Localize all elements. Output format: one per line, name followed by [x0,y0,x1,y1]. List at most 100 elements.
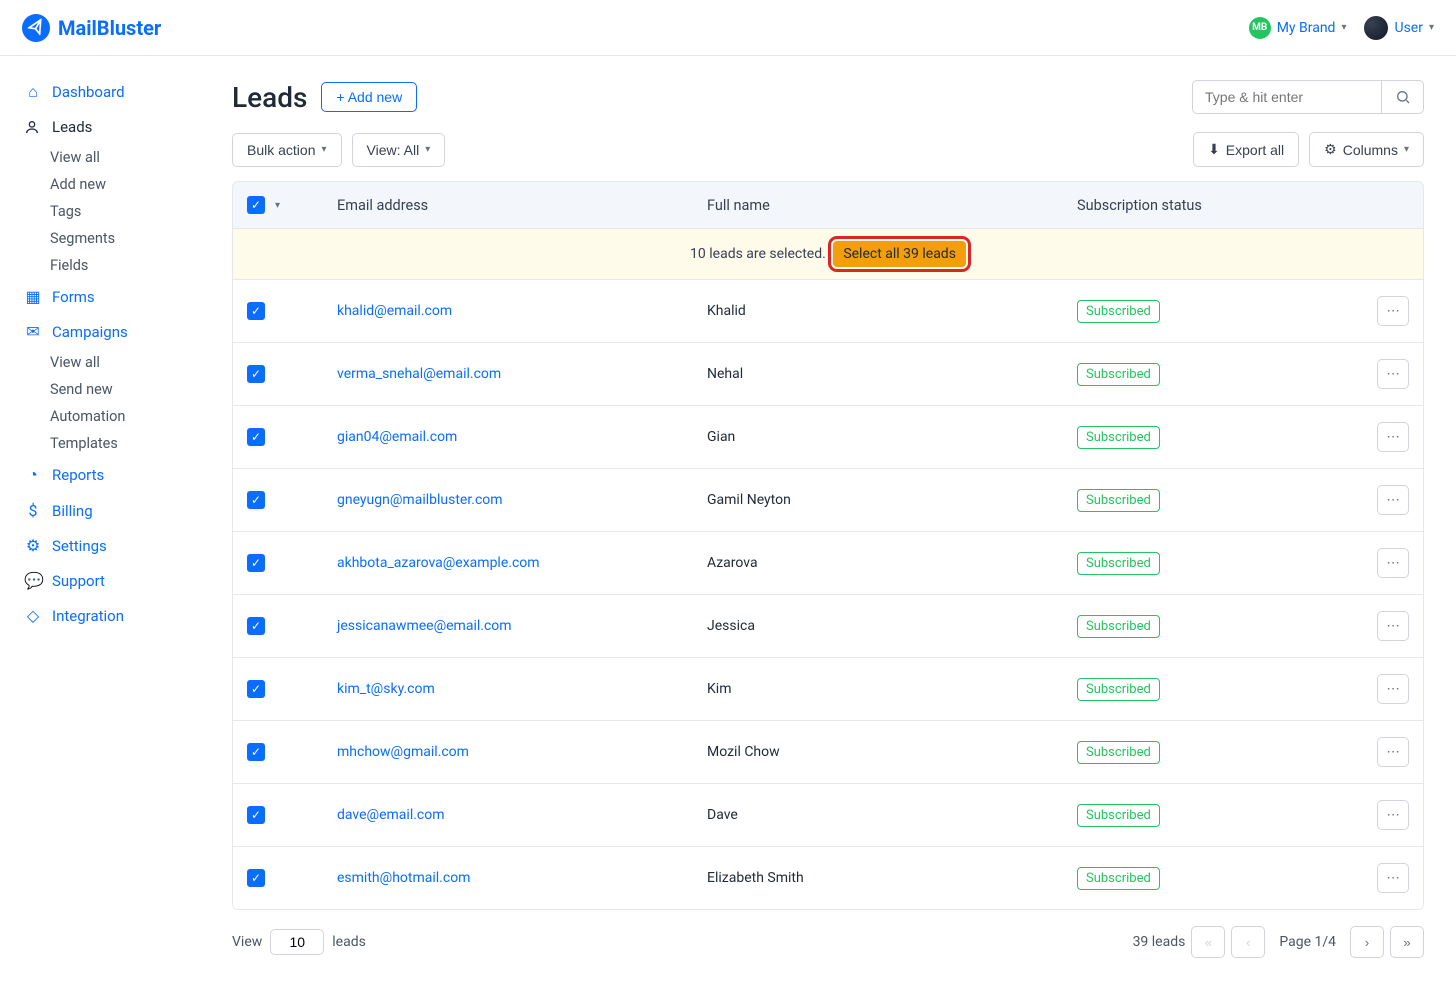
first-page-button[interactable]: « [1191,926,1225,958]
sidebar-item-billing[interactable]: $ Billing [0,493,200,528]
status-badge: Subscribed [1077,489,1160,512]
export-all-button[interactable]: ⬇ Export all [1193,132,1299,167]
row-actions-button[interactable]: ⋯ [1377,674,1409,704]
email-link[interactable]: mhchow@gmail.com [337,744,707,760]
avatar [1364,16,1388,40]
sidebar-item-c-templates[interactable]: Templates [50,430,200,457]
select-all-leads-button[interactable]: Select all 39 leads [833,241,966,267]
row-actions-button[interactable]: ⋯ [1377,863,1409,893]
sidebar-item-campaigns[interactable]: ✉ Campaigns [0,314,200,349]
download-icon: ⬇ [1208,141,1220,158]
user-dropdown[interactable]: User ▾ [1364,16,1434,40]
select-all-checkbox[interactable]: ✓ [247,196,265,214]
row-actions-button[interactable]: ⋯ [1377,422,1409,452]
row-actions-button[interactable]: ⋯ [1377,296,1409,326]
row-checkbox[interactable]: ✓ [247,617,265,635]
sidebar-item-c-view-all[interactable]: View all [50,349,200,376]
next-page-button[interactable]: › [1350,926,1384,958]
table-row: ✓ khalid@email.com Khalid Subscribed ⋯ [233,280,1423,343]
email-link[interactable]: gian04@email.com [337,429,707,445]
status-badge: Subscribed [1077,300,1160,323]
sidebar-item-c-automation[interactable]: Automation [50,403,200,430]
row-actions-button[interactable]: ⋯ [1377,485,1409,515]
sidebar-item-tags[interactable]: Tags [50,198,200,225]
status-badge: Subscribed [1077,741,1160,764]
table-row: ✓ akhbota_azarova@example.com Azarova Su… [233,532,1423,595]
email-link[interactable]: jessicanawmee@email.com [337,618,707,634]
row-actions-button[interactable]: ⋯ [1377,800,1409,830]
row-actions-button[interactable]: ⋯ [1377,359,1409,389]
row-checkbox[interactable]: ✓ [247,491,265,509]
email-link[interactable]: esmith@hotmail.com [337,870,707,886]
full-name: Jessica [707,618,1077,634]
row-checkbox[interactable]: ✓ [247,554,265,572]
row-actions-button[interactable]: ⋯ [1377,548,1409,578]
brand-label: My Brand [1277,20,1336,36]
brand-dropdown[interactable]: MB My Brand ▾ [1249,17,1347,39]
status-badge: Subscribed [1077,867,1160,890]
full-name: Kim [707,681,1077,697]
search-input[interactable] [1192,80,1382,114]
add-new-button[interactable]: + Add new [321,82,417,112]
app-logo[interactable]: MailBluster [22,14,161,42]
home-icon: ⌂ [24,82,42,102]
table-row: ✓ dave@email.com Dave Subscribed ⋯ [233,784,1423,847]
status-badge: Subscribed [1077,678,1160,701]
row-checkbox[interactable]: ✓ [247,869,265,887]
bulk-action-dropdown[interactable]: Bulk action ▾ [232,133,342,167]
row-checkbox[interactable]: ✓ [247,743,265,761]
sidebar-item-view-all[interactable]: View all [50,144,200,171]
table-row: ✓ gneyugn@mailbluster.com Gamil Neyton S… [233,469,1423,532]
sidebar-item-support[interactable]: 💬 Support [0,563,200,598]
full-name: Dave [707,807,1077,823]
email-link[interactable]: akhbota_azarova@example.com [337,555,707,571]
row-checkbox[interactable]: ✓ [247,680,265,698]
sidebar-item-fields[interactable]: Fields [50,252,200,279]
sidebar-item-dashboard[interactable]: ⌂ Dashboard [0,74,200,110]
search-button[interactable] [1382,80,1424,114]
prev-page-button[interactable]: ‹ [1231,926,1265,958]
main-content: Leads + Add new Bulk action ▾ View: All … [200,56,1456,982]
form-icon: ▦ [24,287,42,306]
dollar-icon: $ [24,501,42,520]
row-checkbox[interactable]: ✓ [247,365,265,383]
sidebar-item-leads[interactable]: Leads [0,110,200,144]
email-link[interactable]: kim_t@sky.com [337,681,707,697]
sidebar-campaigns-submenu: View all Send new Automation Templates [0,349,200,457]
row-checkbox[interactable]: ✓ [247,806,265,824]
full-name: Gian [707,429,1077,445]
last-page-button[interactable]: » [1390,926,1424,958]
row-checkbox[interactable]: ✓ [247,302,265,320]
email-link[interactable]: khalid@email.com [337,303,707,319]
row-actions-button[interactable]: ⋯ [1377,611,1409,641]
view-filter-dropdown[interactable]: View: All ▾ [352,133,446,167]
brand-badge: MB [1249,17,1271,39]
diamond-icon: ◇ [24,606,42,625]
sidebar-item-settings[interactable]: ⚙ Settings [0,528,200,563]
table-row: ✓ esmith@hotmail.com Elizabeth Smith Sub… [233,847,1423,909]
table-row: ✓ gian04@email.com Gian Subscribed ⋯ [233,406,1423,469]
sidebar-leads-submenu: View all Add new Tags Segments Fields [0,144,200,279]
row-checkbox[interactable]: ✓ [247,428,265,446]
table-row: ✓ kim_t@sky.com Kim Subscribed ⋯ [233,658,1423,721]
sidebar-item-integration[interactable]: ◇ Integration [0,598,200,633]
sidebar-item-add-new[interactable]: Add new [50,171,200,198]
sidebar-item-c-send-new[interactable]: Send new [50,376,200,403]
full-name: Mozil Chow [707,744,1077,760]
user-label: User [1394,20,1422,36]
per-page-input[interactable] [270,929,324,955]
columns-dropdown[interactable]: ⚙ Columns ▾ [1309,132,1424,167]
sidebar-item-reports[interactable]: ◔ Reports [0,457,200,493]
email-link[interactable]: dave@email.com [337,807,707,823]
sidebar-item-forms[interactable]: ▦ Forms [0,279,200,314]
email-link[interactable]: verma_snehal@email.com [337,366,707,382]
email-link[interactable]: gneyugn@mailbluster.com [337,492,707,508]
sidebar-item-segments[interactable]: Segments [50,225,200,252]
gear-icon: ⚙ [24,536,42,555]
chart-icon: ◔ [24,465,42,485]
row-actions-button[interactable]: ⋯ [1377,737,1409,767]
full-name: Nehal [707,366,1077,382]
sidebar: ⌂ Dashboard Leads View all Add new Tags … [0,56,200,982]
status-badge: Subscribed [1077,804,1160,827]
chevron-down-icon[interactable]: ▾ [275,200,280,211]
